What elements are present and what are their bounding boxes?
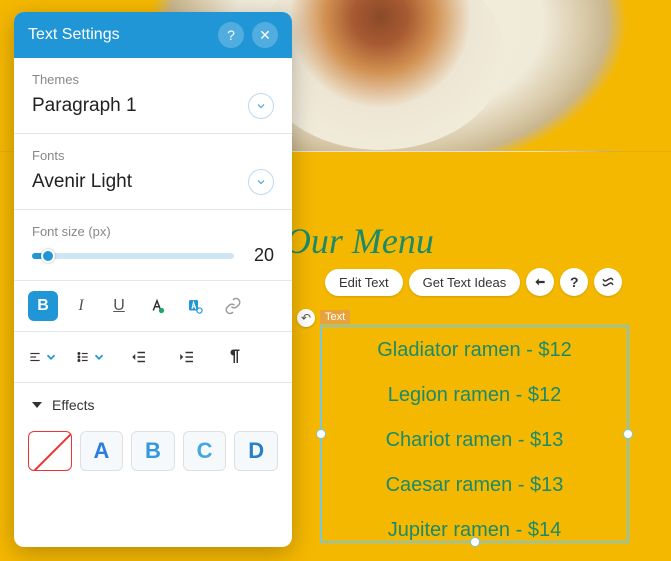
resize-handle-right[interactable] [623, 429, 633, 439]
font-size-label: Font size (px) [32, 224, 274, 239]
outdent-button[interactable] [124, 342, 154, 372]
font-value[interactable]: Avenir Light [32, 171, 132, 193]
list-item[interactable]: Chariot ramen - $13 [386, 429, 564, 452]
panel-title: Text Settings [28, 26, 120, 44]
selected-text-box[interactable]: Gladiator ramen - $12 Legion ramen - $12… [320, 325, 629, 543]
underline-button[interactable]: U [104, 291, 134, 321]
indent-button[interactable] [172, 342, 202, 372]
animations-icon[interactable] [526, 268, 554, 296]
text-settings-panel: Text Settings ? ✕ Themes Paragraph 1 Fon… [14, 12, 292, 547]
font-size-section: Font size (px) 20 [14, 210, 292, 281]
menu-items-list: Gladiator ramen - $12 Legion ramen - $12… [322, 327, 627, 542]
list-item[interactable]: Caesar ramen - $13 [386, 474, 564, 497]
close-icon[interactable]: ✕ [252, 22, 278, 48]
italic-button[interactable]: I [66, 291, 96, 321]
fonts-label: Fonts [32, 148, 274, 163]
format-toolbar: B I U [14, 281, 292, 332]
themes-label: Themes [32, 72, 274, 87]
help-icon[interactable]: ? [560, 268, 588, 296]
get-text-ideas-button[interactable]: Get Text Ideas [409, 269, 521, 296]
element-type-tag: Text [320, 310, 350, 324]
edit-text-button[interactable]: Edit Text [325, 269, 403, 296]
effects-toggle[interactable]: Effects [14, 383, 292, 427]
effect-a[interactable]: A [80, 431, 124, 471]
more-icon[interactable] [594, 268, 622, 296]
themes-section: Themes Paragraph 1 [14, 58, 292, 134]
undo-icon[interactable]: ↶ [297, 309, 315, 327]
menu-heading[interactable]: Our Menu [285, 220, 434, 262]
font-size-value[interactable]: 20 [246, 245, 274, 266]
paragraph-toolbar [14, 332, 292, 383]
list-item[interactable]: Legion ramen - $12 [388, 384, 561, 407]
panel-header: Text Settings ? ✕ [14, 12, 292, 58]
link-button[interactable] [218, 291, 248, 321]
bold-button[interactable]: B [28, 291, 58, 321]
theme-dropdown-icon[interactable] [248, 93, 274, 119]
help-icon[interactable]: ? [218, 22, 244, 48]
font-dropdown-icon[interactable] [248, 169, 274, 195]
list-item[interactable]: Gladiator ramen - $12 [377, 339, 572, 362]
resize-handle-left[interactable] [316, 429, 326, 439]
theme-value[interactable]: Paragraph 1 [32, 95, 137, 117]
effects-label: Effects [52, 397, 95, 413]
text-color-button[interactable] [142, 291, 172, 321]
highlight-button[interactable] [180, 291, 210, 321]
context-toolbar: Edit Text Get Text Ideas ? [325, 268, 622, 296]
bullets-button[interactable] [76, 342, 106, 372]
effect-b[interactable]: B [131, 431, 175, 471]
effect-c[interactable]: C [183, 431, 227, 471]
font-size-slider[interactable] [32, 253, 234, 259]
rtl-button[interactable] [220, 342, 250, 372]
effect-none[interactable] [28, 431, 72, 471]
effect-swatches: A B C D [14, 427, 292, 475]
align-button[interactable] [28, 342, 58, 372]
chevron-down-icon [32, 402, 42, 408]
resize-handle-bottom[interactable] [470, 537, 480, 547]
effect-d[interactable]: D [234, 431, 278, 471]
slider-thumb[interactable] [41, 249, 55, 263]
fonts-section: Fonts Avenir Light [14, 134, 292, 210]
